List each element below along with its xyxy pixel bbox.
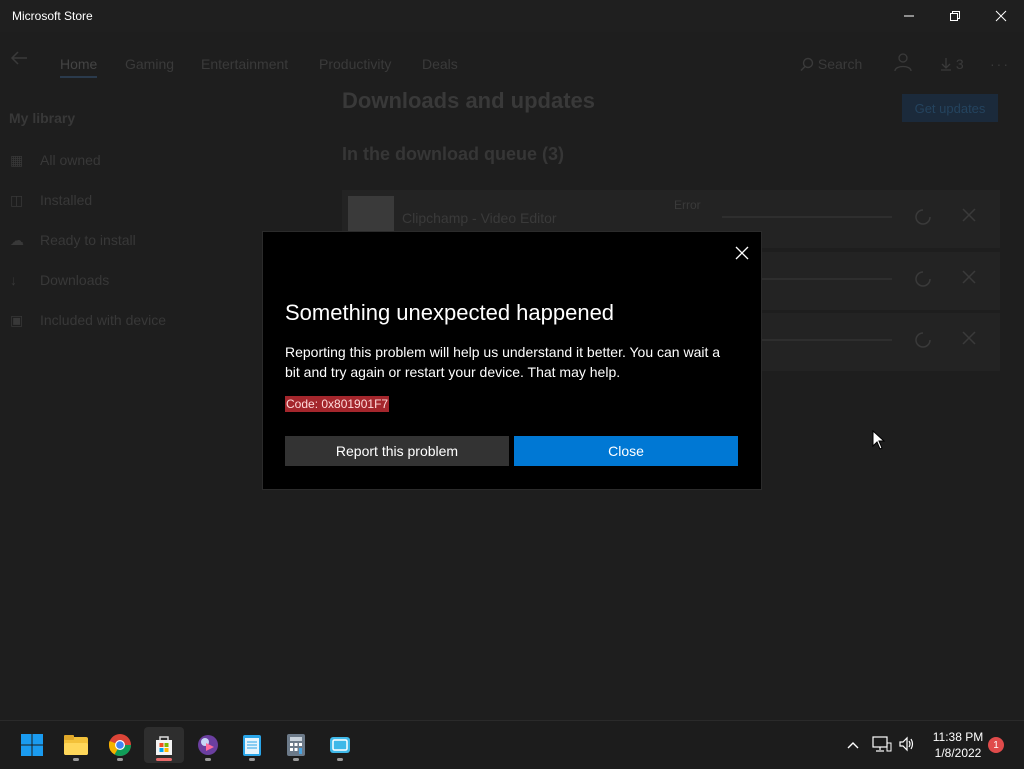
mouse-cursor-icon — [872, 430, 886, 450]
remove-icon[interactable] — [962, 331, 976, 345]
sidebar-item-installed[interactable]: ◫ Installed — [10, 192, 92, 209]
sidebar-title: My library — [9, 110, 76, 126]
taskbar-file-explorer[interactable] — [56, 727, 96, 763]
title-bar: Microsoft Store — [0, 0, 1024, 32]
sidebar-item-downloads[interactable]: ↓ Downloads — [10, 272, 109, 288]
network-icon[interactable] — [872, 735, 892, 753]
queue-item-status: Error — [674, 198, 701, 212]
microsoft-store-icon — [156, 736, 172, 755]
start-button[interactable] — [12, 727, 52, 763]
tab-home[interactable]: Home — [60, 56, 98, 78]
dialog-title: Something unexpected happened — [285, 300, 615, 325]
downloads-indicator[interactable]: 3 — [940, 56, 964, 72]
grid-icon: ▦ — [10, 152, 24, 168]
running-indicator — [293, 758, 299, 761]
dialog-message: Reporting this problem will help us unde… — [285, 344, 721, 380]
sidebar-item-all-owned[interactable]: ▦ All owned — [10, 152, 101, 169]
close-window-button[interactable] — [978, 0, 1024, 32]
minimize-button[interactable] — [886, 0, 932, 32]
running-indicator — [249, 758, 255, 761]
chrome-icon — [108, 734, 131, 756]
restore-button[interactable] — [932, 0, 978, 32]
queue-title: In the download queue (3) — [342, 144, 564, 164]
sidebar-item-included-with-device[interactable]: ▣ Included with device — [10, 312, 166, 329]
taskbar-chrome[interactable] — [100, 727, 140, 763]
taskbar-snip[interactable] — [320, 727, 360, 763]
taskbar-notepad[interactable] — [232, 727, 272, 763]
running-indicator — [205, 758, 211, 761]
start-icon — [21, 734, 43, 756]
restore-icon — [950, 11, 960, 21]
taskbar-media-player[interactable] — [188, 727, 228, 763]
taskbar-microsoft-store[interactable] — [144, 727, 184, 763]
tab-gaming[interactable]: Gaming — [125, 56, 174, 72]
close-button[interactable]: Close — [514, 436, 738, 466]
error-code: Code: 0x801901F7 — [285, 396, 390, 412]
more-icon[interactable]: ··· — [990, 56, 1010, 72]
back-arrow-icon[interactable] — [10, 48, 30, 68]
device-icon: ▣ — [10, 312, 24, 328]
snip-icon — [330, 737, 350, 753]
get-updates-button[interactable]: Get updates — [902, 94, 998, 122]
window-title: Microsoft Store — [12, 9, 93, 23]
chevron-up-icon[interactable] — [846, 738, 860, 752]
remove-icon[interactable] — [962, 208, 976, 222]
notepad-icon — [243, 735, 261, 756]
retry-icon[interactable] — [912, 329, 934, 351]
search-label: Search — [817, 56, 863, 72]
tab-entertainment[interactable]: Entertainment — [201, 56, 288, 72]
media-player-icon — [198, 735, 218, 755]
retry-icon[interactable] — [912, 268, 934, 290]
running-indicator — [73, 758, 79, 761]
queue-item-name: Clipchamp - Video Editor — [402, 210, 557, 226]
volume-icon[interactable] — [898, 735, 916, 753]
tab-deals[interactable]: Deals — [422, 56, 458, 72]
remove-icon[interactable] — [962, 270, 976, 284]
downloads-count: 3 — [955, 56, 964, 72]
search-button[interactable]: Search — [800, 56, 862, 72]
progress-bar — [722, 216, 892, 218]
taskbar-calculator[interactable] — [276, 727, 316, 763]
report-problem-button[interactable]: Report this problem — [285, 436, 509, 466]
running-indicator — [337, 758, 343, 761]
download-arrow-icon — [941, 58, 951, 71]
sidebar-item-ready-to-install[interactable]: ☁ Ready to install — [10, 232, 136, 249]
running-indicator — [156, 758, 172, 761]
calculator-icon — [287, 734, 305, 756]
running-indicator — [117, 758, 123, 761]
close-icon — [995, 10, 1007, 22]
taskbar-clock[interactable]: 11:38 PM 1/8/2022 — [926, 729, 990, 761]
retry-icon[interactable] — [912, 206, 934, 228]
dialog-close-button[interactable] — [729, 240, 755, 266]
clock-time: 11:38 PM — [932, 730, 984, 744]
search-icon — [800, 57, 814, 71]
account-icon[interactable] — [893, 52, 913, 72]
taskbar: 11:38 PM 1/8/2022 1 — [0, 720, 1024, 769]
installed-icon: ◫ — [10, 192, 24, 208]
notification-badge[interactable]: 1 — [988, 737, 1004, 753]
tab-productivity[interactable]: Productivity — [319, 56, 391, 72]
close-icon — [735, 246, 749, 260]
clock-date: 1/8/2022 — [934, 746, 982, 760]
top-nav: Home Gaming Entertainment Productivity D… — [0, 40, 1024, 78]
file-explorer-icon — [64, 735, 88, 755]
minimize-icon — [904, 15, 914, 17]
error-dialog: Something unexpected happened Reporting … — [262, 231, 762, 490]
cloud-icon: ☁ — [10, 232, 24, 248]
page-title: Downloads and updates — [342, 88, 596, 113]
download-icon: ↓ — [10, 272, 17, 288]
